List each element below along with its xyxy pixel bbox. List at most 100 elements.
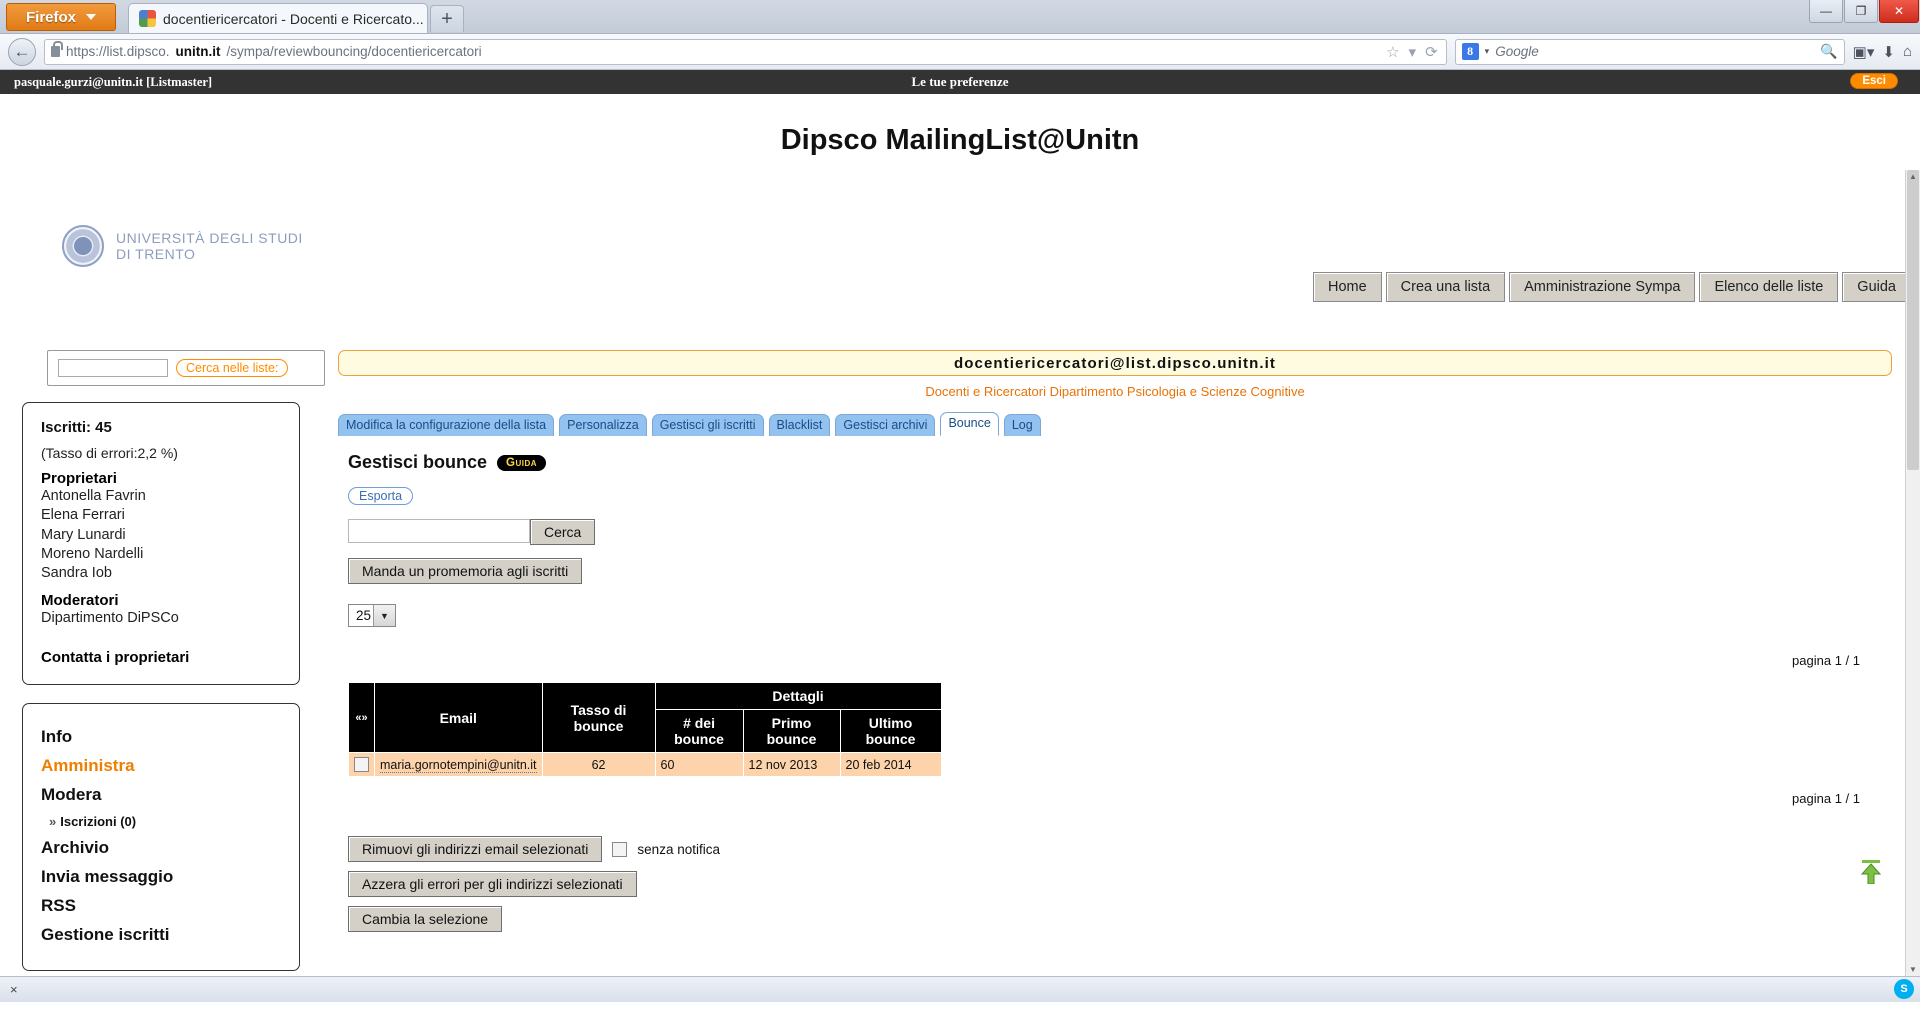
reset-errors-button[interactable]: Azzera gli errori per gli indirizzi sele… [348, 871, 637, 898]
window-controls: — ❐ ✕ [1809, 0, 1920, 26]
chevron-down-icon [86, 14, 96, 20]
reload-icon[interactable]: ⟳ [1425, 43, 1438, 61]
row-checkbox[interactable] [354, 757, 369, 773]
subscribe-feed-icon[interactable]: ▣▾ [1853, 43, 1875, 61]
owner-name: Moreno Nardelli [41, 545, 144, 562]
sidebar-item-gestione-iscritti[interactable]: Gestione iscritti [41, 925, 281, 945]
list-address-banner: docentiericercatori@list.dipsco.unitn.it [338, 350, 1892, 376]
page-scrollbar[interactable]: ▲ ▼ [1905, 170, 1920, 976]
row-last-bounce-cell: 20 feb 2014 [839, 751, 942, 778]
list-search-button[interactable]: Cerca nelle liste: [176, 359, 289, 377]
browser-search-bar[interactable]: 8 ▾ Google 🔍 [1454, 38, 1845, 65]
details-column-header: Dettagli [654, 682, 942, 710]
tab-gestisci-archivi[interactable]: Gestisci archivi [835, 414, 936, 436]
minimize-button[interactable]: — [1809, 0, 1843, 23]
university-seal-icon [62, 225, 104, 267]
remove-selected-button[interactable]: Rimuovi gli indirizzi email selezionati [348, 836, 603, 863]
firefox-menu-label: Firefox [25, 8, 76, 26]
pager-top: pagina 1 / 1 [1792, 653, 1860, 668]
content-area: Cerca nelle liste: Iscritti: 45 (Tasso d… [0, 350, 1920, 1002]
list-info-card: Iscritti: 45 (Tasso di errori:2,2 %) Pro… [22, 402, 300, 685]
browser-window: Firefox docentiericercatori - Docenti e … [0, 0, 1920, 1032]
reset-action-row: Azzera gli errori per gli indirizzi sele… [348, 871, 1900, 898]
sidebar-item-info[interactable]: Info [41, 727, 281, 747]
browser-search-placeholder: Google [1495, 44, 1539, 59]
bookmark-star-icon[interactable]: ☆ [1386, 43, 1399, 61]
no-notice-checkbox[interactable] [612, 841, 628, 857]
row-first-bounce-cell: 12 nov 2013 [742, 751, 841, 778]
sidebar-item-amministra[interactable]: Amministra [41, 756, 281, 776]
tab-bounce[interactable]: Bounce [940, 412, 999, 436]
chevron-down-icon[interactable]: ▾ [1409, 43, 1417, 61]
export-button[interactable]: Esporta [348, 487, 414, 505]
contact-owners-link[interactable]: Contatta i proprietari [41, 649, 281, 666]
row-email-link[interactable]: maria.gornotempini@unitn.it [380, 757, 537, 773]
scroll-up-icon[interactable]: ▲ [1909, 172, 1917, 181]
maximize-icon: ❐ [1855, 4, 1867, 18]
per-page-select[interactable]: 25 ▼ [348, 604, 396, 627]
toggle-selection-button[interactable]: Cambia la selezione [348, 906, 503, 933]
bounce-count-column-header[interactable]: # dei bounce [654, 709, 744, 753]
close-notification-icon[interactable]: × [10, 982, 18, 997]
preferences-link[interactable]: Le tue preferenze [0, 74, 1920, 90]
table-row: maria.gornotempini@unitn.it 62 60 12 nov… [348, 751, 942, 778]
scroll-down-icon[interactable]: ▼ [1909, 965, 1917, 974]
email-column-header[interactable]: Email [374, 682, 543, 753]
close-button[interactable]: ✕ [1879, 0, 1919, 23]
bottom-status-bar: × S [0, 976, 1920, 1002]
back-to-top-icon[interactable] [1860, 860, 1882, 884]
list-search-input[interactable] [58, 359, 168, 377]
sidebar-subitem-label: Iscrizioni (0) [60, 813, 137, 829]
search-icon[interactable]: 🔍 [1820, 43, 1837, 60]
select-column-header[interactable]: «» [348, 682, 375, 753]
tab-log[interactable]: Log [1003, 414, 1041, 436]
moderator-name: Dipartimento DiPSCo [41, 610, 179, 627]
bounce-rate-column-header[interactable]: Tasso di bounce [541, 682, 656, 753]
send-reminder-button[interactable]: Manda un promemoria agli iscritti [348, 558, 583, 584]
sidebar-item-modera[interactable]: Modera [41, 785, 281, 805]
nav-sympa-admin[interactable]: Amministrazione Sympa [1509, 272, 1696, 302]
home-icon[interactable]: ⌂ [1903, 43, 1912, 60]
pager-bottom: pagina 1 / 1 [1792, 791, 1860, 807]
sidebar-subitem-iscrizioni[interactable]: » Iscrizioni (0) [49, 814, 281, 829]
row-select-cell [348, 751, 375, 778]
bounce-search-button[interactable]: Cerca [530, 519, 596, 545]
logout-button[interactable]: Esci [1850, 73, 1898, 89]
owners-label: Proprietari [41, 470, 117, 487]
nav-home[interactable]: Home [1312, 272, 1382, 302]
nav-list-of-lists[interactable]: Elenco delle liste [1699, 272, 1839, 302]
sidebar: Cerca nelle liste: Iscritti: 45 (Tasso d… [0, 350, 325, 1002]
minimize-icon: — [1820, 4, 1832, 18]
new-tab-button[interactable]: + [430, 5, 464, 32]
browser-navbar: ← https://list.dipsco. unitn.it/sympa/rev… [0, 34, 1920, 70]
firefox-menu-button[interactable]: Firefox [6, 3, 116, 31]
bounce-search-row: Cerca [348, 519, 1900, 545]
skype-icon[interactable]: S [1894, 979, 1914, 999]
tab-blacklist[interactable]: Blacklist [768, 414, 831, 436]
scrollbar-thumb[interactable] [1907, 170, 1919, 470]
sidebar-item-archivio[interactable]: Archivio [41, 838, 281, 858]
sidebar-item-invia-messaggio[interactable]: Invia messaggio [41, 867, 281, 887]
guida-badge[interactable]: Guida [497, 454, 547, 471]
back-button[interactable]: ← [8, 37, 36, 66]
tab-personalizza[interactable]: Personalizza [559, 414, 647, 436]
list-description: Docenti e Ricercatori Dipartimento Psico… [925, 384, 1305, 399]
nav-create-list[interactable]: Crea una lista [1385, 272, 1506, 302]
bounce-table: «» Email Tasso di bounce Dettagli # dei … [348, 682, 942, 778]
tab-modifica-configurazione[interactable]: Modifica la configurazione della lista [338, 414, 555, 436]
last-bounce-column-header[interactable]: Ultimo bounce [839, 709, 942, 753]
bounce-search-input[interactable] [348, 519, 530, 543]
row-bounce-count-cell: 60 [654, 751, 744, 778]
owner-name: Elena Ferrari [41, 507, 125, 524]
tab-gestisci-iscritti[interactable]: Gestisci gli iscritti [651, 414, 764, 436]
sidebar-item-rss[interactable]: RSS [41, 896, 281, 916]
first-bounce-column-header[interactable]: Primo bounce [742, 709, 841, 753]
url-bar[interactable]: https://list.dipsco. unitn.it/sympa/revie… [44, 38, 1447, 65]
url-prefix: https://list.dipsco. [66, 44, 170, 59]
nav-help[interactable]: Guida [1842, 272, 1911, 302]
browser-tab[interactable]: docentiericercatori - Docenti e Ricercat… [128, 3, 428, 33]
maximize-button[interactable]: ❐ [1844, 0, 1878, 23]
search-engine-caret-icon[interactable]: ▾ [1485, 46, 1490, 57]
page-content: pasquale.gurzi@unitn.it [Listmaster] Le … [0, 70, 1920, 1002]
download-icon[interactable]: ⬇ [1882, 43, 1895, 61]
